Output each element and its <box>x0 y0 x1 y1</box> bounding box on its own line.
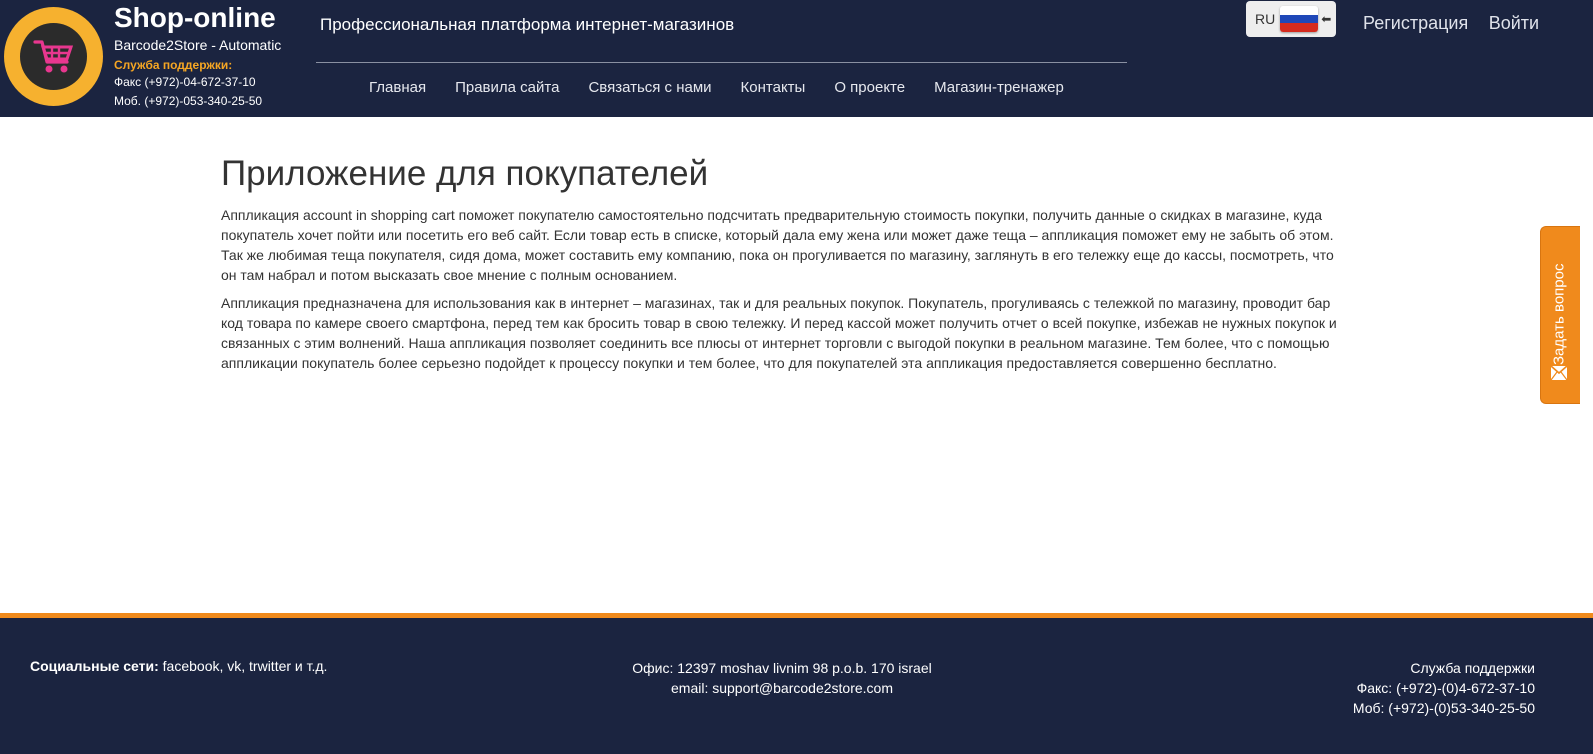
footer-social-links[interactable]: facebook, vk, trwitter и т.д. <box>163 658 328 674</box>
footer-mobile: Моб: (+972)-(0)53-340-25-50 <box>1352 700 1535 716</box>
support-title: Служба поддержки: <box>114 58 233 72</box>
footer-support: Служба поддержки Факс: (+972)-(0)4-672-3… <box>1353 658 1535 718</box>
support-fax: Факс (+972)-04-672-37-10 <box>114 75 256 89</box>
arrow-left-icon: ⬅ <box>1321 12 1332 26</box>
page-title: Приложение для покупателей <box>221 154 709 193</box>
shopping-cart-icon <box>33 40 74 73</box>
login-link[interactable]: Войти <box>1489 13 1539 33</box>
brand-subtitle: Barcode2Store - Automatic <box>114 37 282 53</box>
nav-item-rules[interactable]: Правила сайта <box>455 79 559 96</box>
nav-item-contact-us[interactable]: Связаться с нами <box>588 79 711 96</box>
language-code: RU <box>1255 11 1276 27</box>
nav-item-trainer-shop[interactable]: Магазин-тренажер <box>934 79 1064 96</box>
register-link[interactable]: Регистрация <box>1363 13 1468 33</box>
site-logo[interactable] <box>4 7 103 106</box>
footer-email[interactable]: email: support@barcode2store.com <box>582 678 982 698</box>
auth-links: Регистрация Войти <box>1363 13 1539 34</box>
footer-address: Офис: 12397 moshav livnim 98 p.o.b. 170 … <box>582 658 982 698</box>
ask-question-label: Задать вопрос <box>1550 263 1568 365</box>
footer-office: Офис: 12397 moshav livnim 98 p.o.b. 170 … <box>632 660 932 676</box>
russia-flag-icon <box>1280 6 1319 32</box>
nav-item-home[interactable]: Главная <box>369 79 426 96</box>
tagline: Профессиональная платформа интернет-мага… <box>320 15 735 34</box>
envelope-icon <box>1550 365 1568 381</box>
language-selector[interactable]: RU ⬅ <box>1246 1 1336 37</box>
brand-title[interactable]: Shop-online <box>114 2 276 34</box>
site-footer: Социальные сети: facebook, vk, trwitter … <box>0 613 1593 754</box>
footer-fax: Факс: (+972)-(0)4-672-37-10 <box>1356 680 1535 696</box>
ask-question-tab[interactable]: Задать вопрос <box>1540 226 1580 404</box>
nav-item-contacts[interactable]: Контакты <box>741 79 806 96</box>
nav-item-about[interactable]: О проекте <box>834 79 905 96</box>
footer-support-title: Служба поддержки <box>1410 660 1535 676</box>
content-paragraph-2: Аппликация предназначена для использован… <box>221 295 1337 371</box>
header-divider <box>316 62 1127 63</box>
logo-inner <box>20 23 87 90</box>
content-paragraph-1: Аппликация account in shopping cart помо… <box>221 207 1334 283</box>
main-nav: Главная Правила сайта Связаться с нами К… <box>369 79 1093 96</box>
footer-social: Социальные сети: facebook, vk, trwitter … <box>30 658 327 674</box>
footer-social-label: Социальные сети: <box>30 658 159 674</box>
support-mobile: Моб. (+972)-053-340-25-50 <box>114 94 263 108</box>
site-header: Shop-online Barcode2Store - Automatic Сл… <box>0 0 1593 117</box>
